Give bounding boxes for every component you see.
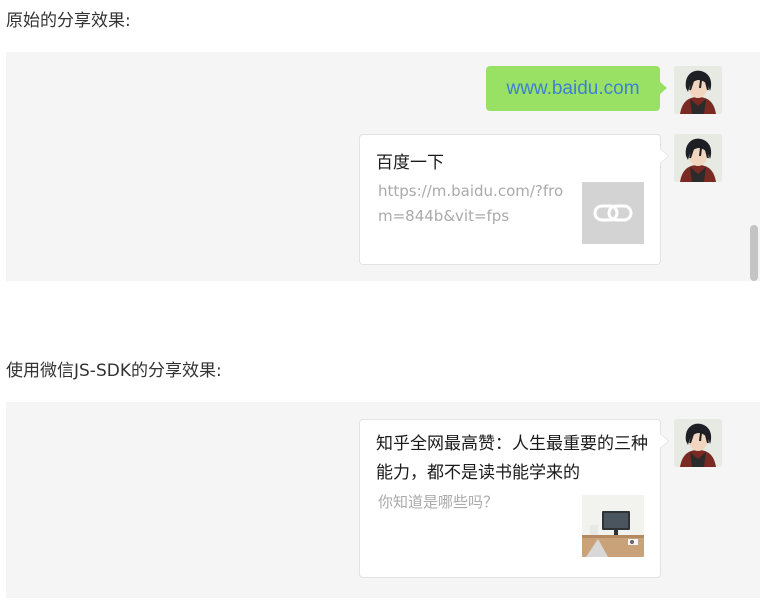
share-card-original[interactable]: 百度一下 https://m.baidu.com/?from=844b&vit=…	[359, 134, 669, 265]
avatar[interactable]	[674, 66, 722, 114]
desk-photo-thumbnail	[582, 495, 644, 557]
text-message-bubble[interactable]: www.baidu.com	[486, 66, 667, 111]
card-title: 百度一下	[376, 153, 444, 173]
share-card-jssdk[interactable]: 知乎全网最高赞：人生最重要的三种能力，都不是读书能学来的 你知道是哪些吗？	[359, 419, 669, 578]
section-heading-original: 原始的分享效果:	[6, 11, 131, 31]
message-link-text[interactable]: www.baidu.com	[506, 78, 639, 100]
card-thumbnail	[582, 495, 644, 557]
chat-panel-original: www.baidu.com 百度一下 https://m.baidu.com/?…	[6, 52, 760, 281]
chat-panel-jssdk: 知乎全网最高赞：人生最重要的三种能力，都不是读书能学来的 你知道是哪些吗？	[6, 402, 760, 598]
card-thumbnail	[582, 182, 644, 244]
avatar[interactable]	[674, 419, 722, 467]
avatar-icon	[674, 66, 722, 114]
avatar[interactable]	[674, 134, 722, 182]
card-description: 你知道是哪些吗？	[378, 493, 499, 511]
section-heading-jssdk: 使用微信JS-SDK的分享效果:	[6, 361, 222, 381]
link-icon	[582, 182, 644, 244]
card-title: 知乎全网最高赞：人生最重要的三种能力，都不是读书能学来的	[376, 434, 648, 483]
avatar-icon	[674, 134, 722, 182]
card-description: https://m.baidu.com/?from=844b&vit=fps	[378, 182, 564, 225]
avatar-icon	[674, 419, 722, 467]
scrollbar-thumb[interactable]	[750, 225, 758, 281]
